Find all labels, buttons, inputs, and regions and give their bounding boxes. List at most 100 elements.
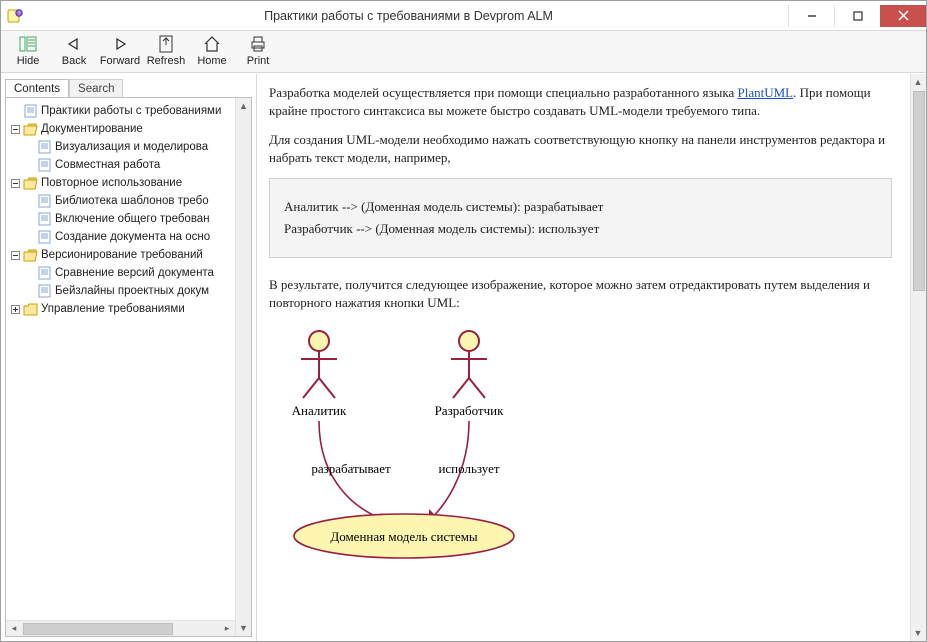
scroll-up-icon[interactable]: ▲ <box>911 74 925 90</box>
forward-button[interactable]: Forward <box>99 33 141 67</box>
svg-text:?: ? <box>17 11 20 17</box>
scroll-thumb[interactable] <box>23 623 173 635</box>
refresh-icon <box>158 34 174 54</box>
actor-analyst-icon <box>301 331 337 398</box>
tab-contents[interactable]: Contents <box>5 79 69 98</box>
refresh-button[interactable]: Refresh <box>145 33 187 67</box>
paragraph: Разработка моделей осуществляется при по… <box>269 84 892 119</box>
sidebar-tabs: Contents Search <box>1 74 256 97</box>
hide-button[interactable]: Hide <box>7 33 49 67</box>
maximize-button[interactable] <box>834 5 880 27</box>
help-app-icon: ? <box>1 8 29 24</box>
titlebar: ? Практики работы с требованиями в Devpr… <box>1 1 926 31</box>
collapse-icon[interactable] <box>8 179 22 188</box>
minimize-button[interactable] <box>788 5 834 27</box>
toolbar: Hide Back Forward Refresh Home <box>1 31 926 73</box>
uml-diagram: Аналитик Разработчик <box>269 323 892 566</box>
tree-label: Документирование <box>41 120 143 138</box>
code-line: Аналитик --> (Доменная модель системы): … <box>284 199 877 215</box>
scroll-thumb[interactable] <box>913 91 925 291</box>
tree-panel: Практики работы с требованиями Документи… <box>5 97 252 637</box>
tree-item[interactable]: Включение общего требован <box>8 210 252 228</box>
collapse-icon[interactable] <box>8 251 22 260</box>
tree-item-management[interactable]: Управление требованиями <box>8 300 252 318</box>
hide-label: Hide <box>17 55 40 67</box>
relation-label: использует <box>438 461 499 476</box>
home-label: Home <box>197 55 226 67</box>
text: Разработка моделей осуществляется при по… <box>269 85 738 100</box>
page-icon <box>36 230 52 244</box>
tab-search[interactable]: Search <box>69 79 123 98</box>
tree-item[interactable]: Библиотека шаблонов требо <box>8 192 252 210</box>
sidebar: Contents Search Практики работы с требов… <box>1 74 257 641</box>
folder-closed-icon <box>22 303 38 316</box>
expand-icon[interactable] <box>8 305 22 314</box>
tree-item[interactable]: Совместная работа <box>8 156 252 174</box>
scroll-up-icon[interactable]: ▲ <box>237 98 251 114</box>
tree-label: Бейзлайны проектных докум <box>55 282 209 300</box>
scroll-left-icon[interactable]: ◂ <box>6 622 22 636</box>
code-block: Аналитик --> (Доменная модель системы): … <box>269 178 892 258</box>
page-icon <box>36 212 52 226</box>
tree-label: Управление требованиями <box>41 300 185 318</box>
tree-label: Практики работы с требованиями <box>41 102 221 120</box>
page-icon <box>22 104 38 118</box>
refresh-label: Refresh <box>147 55 186 67</box>
print-icon <box>249 34 267 54</box>
tree-label: Создание документа на осно <box>55 228 210 246</box>
home-icon <box>203 34 221 54</box>
forward-arrow-icon <box>111 34 129 54</box>
back-label: Back <box>62 55 86 67</box>
close-button[interactable] <box>880 5 926 27</box>
tree-vertical-scrollbar[interactable]: ▲ ▼ <box>235 98 251 636</box>
page-icon <box>36 194 52 208</box>
tree-label: Совместная работа <box>55 156 160 174</box>
tree-label: Повторное использование <box>41 174 182 192</box>
scroll-down-icon[interactable]: ▼ <box>237 620 251 636</box>
scroll-down-icon[interactable]: ▼ <box>911 625 925 641</box>
home-button[interactable]: Home <box>191 33 233 67</box>
tree-item-root[interactable]: Практики работы с требованиями <box>8 102 252 120</box>
tree-label: Версионирование требований <box>41 246 203 264</box>
plantuml-link[interactable]: PlantUML <box>738 85 794 100</box>
page-icon <box>36 158 52 172</box>
code-line: Разработчик --> (Доменная модель системы… <box>284 221 877 237</box>
folder-open-icon <box>22 177 38 190</box>
tree-label: Сравнение версий документа <box>55 264 214 282</box>
print-button[interactable]: Print <box>237 33 279 67</box>
forward-label: Forward <box>100 55 140 67</box>
content-vertical-scrollbar[interactable]: ▲ ▼ <box>910 74 926 641</box>
tree-item-versioning[interactable]: Версионирование требований <box>8 246 252 264</box>
relation-label: разрабатывает <box>311 461 391 476</box>
content-pane: Разработка моделей осуществляется при по… <box>257 74 910 641</box>
content-wrapper: Разработка моделей осуществляется при по… <box>257 74 926 641</box>
page-icon <box>36 140 52 154</box>
back-button[interactable]: Back <box>53 33 95 67</box>
folder-open-icon <box>22 249 38 262</box>
page-icon <box>36 284 52 298</box>
collapse-icon[interactable] <box>8 125 22 134</box>
tree-label: Визуализация и моделирова <box>55 138 208 156</box>
print-label: Print <box>247 55 270 67</box>
actor-label: Аналитик <box>292 403 347 418</box>
tree-item[interactable]: Сравнение версий документа <box>8 264 252 282</box>
tree-label: Включение общего требован <box>55 210 210 228</box>
contents-tree: Практики работы с требованиями Документи… <box>6 98 252 322</box>
folder-open-icon <box>22 123 38 136</box>
page-icon <box>36 266 52 280</box>
window-title: Практики работы с требованиями в Devprom… <box>29 9 788 23</box>
tree-item[interactable]: Бейзлайны проектных докум <box>8 282 252 300</box>
tree-label: Библиотека шаблонов требо <box>55 192 209 210</box>
tree-item[interactable]: Создание документа на осно <box>8 228 252 246</box>
paragraph: В результате, получится следующее изобра… <box>269 276 892 311</box>
tree-item[interactable]: Визуализация и моделирова <box>8 138 252 156</box>
scroll-right-icon[interactable]: ▸ <box>219 622 235 636</box>
hide-icon <box>19 34 37 54</box>
paragraph: Для создания UML-модели необходимо нажат… <box>269 131 892 166</box>
back-arrow-icon <box>65 34 83 54</box>
tree-item-reuse[interactable]: Повторное использование <box>8 174 252 192</box>
tree-horizontal-scrollbar[interactable]: ◂ ▸ <box>6 620 235 636</box>
tree-item-documenting[interactable]: Документирование <box>8 120 252 138</box>
actor-label: Разработчик <box>435 403 505 418</box>
main-area: Contents Search Практики работы с требов… <box>1 73 926 641</box>
